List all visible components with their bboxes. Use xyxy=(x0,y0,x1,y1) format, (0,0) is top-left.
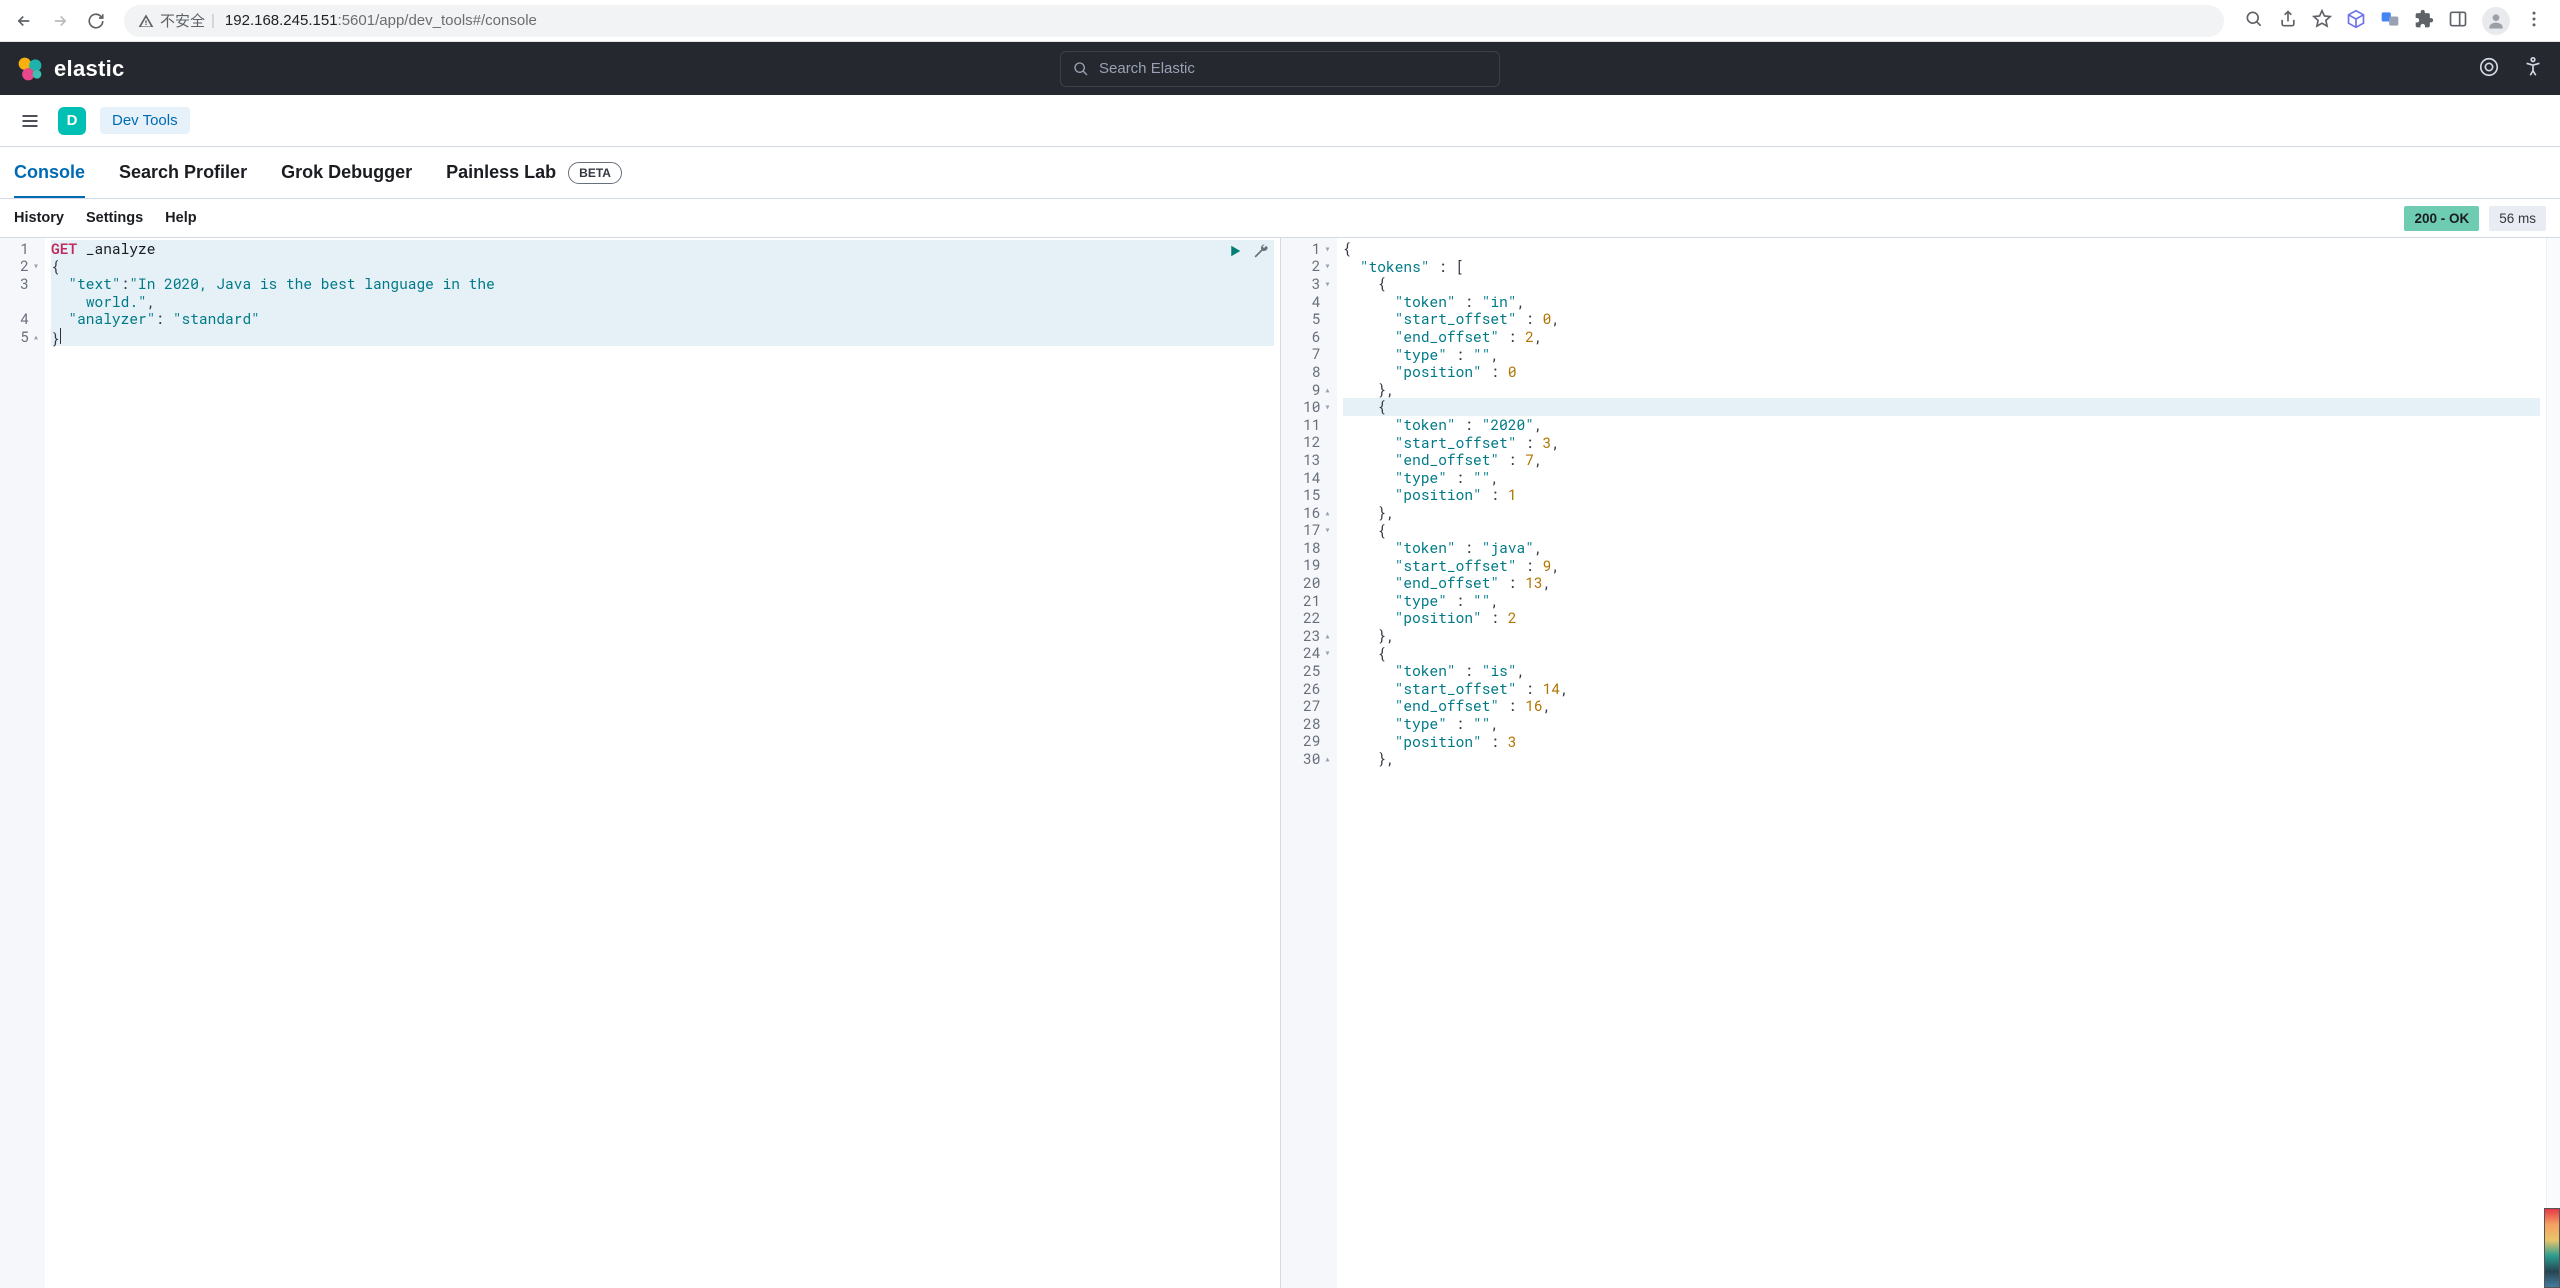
cube-icon[interactable] xyxy=(2346,9,2366,32)
request-options-button[interactable] xyxy=(1252,242,1270,263)
request-gutter: 12▾345▴ xyxy=(0,238,45,1288)
zoom-icon[interactable] xyxy=(2244,9,2264,32)
address-bar[interactable]: 不安全 | 192.168.245.151:5601/app/dev_tools… xyxy=(124,5,2224,37)
global-search-input[interactable]: Search Elastic xyxy=(1060,51,1500,87)
console-editor: 12▾345▴ GET _analyze{ "text":"In 2020, J… xyxy=(0,238,2560,1288)
perf-meter xyxy=(2544,1208,2560,1288)
nav-forward-button[interactable] xyxy=(44,5,76,37)
share-icon[interactable] xyxy=(2278,9,2298,32)
history-link[interactable]: History xyxy=(14,210,64,226)
warning-icon xyxy=(138,13,154,29)
sidepanel-icon[interactable] xyxy=(2448,9,2468,32)
profile-avatar[interactable] xyxy=(2482,7,2510,35)
newsfeed-icon[interactable] xyxy=(2478,56,2500,81)
nav-back-button[interactable] xyxy=(8,5,40,37)
global-search-placeholder: Search Elastic xyxy=(1099,60,1195,77)
response-time-badge: 56 ms xyxy=(2489,206,2546,231)
search-icon xyxy=(1073,61,1089,77)
devtools-tabs: Console Search Profiler Grok Debugger Pa… xyxy=(0,147,2560,199)
elastic-header: elastic Search Elastic xyxy=(0,42,2560,95)
response-gutter: 1▾2▾3▾456789▴10▾111213141516▴17▾18192021… xyxy=(1281,238,1337,1288)
address-warn-label: 不安全 xyxy=(160,10,205,31)
request-pane: 12▾345▴ GET _analyze{ "text":"In 2020, J… xyxy=(0,238,1281,1288)
nav-toggle-button[interactable] xyxy=(16,107,44,135)
nav-reload-button[interactable] xyxy=(80,5,112,37)
space-selector[interactable]: D xyxy=(58,107,86,135)
response-status-badge: 200 - OK xyxy=(2404,206,2479,231)
address-url: 192.168.245.151:5601/app/dev_tools#/cons… xyxy=(225,12,537,29)
elastic-logo[interactable]: elastic xyxy=(16,55,125,83)
response-pane: || 1▾2▾3▾456789▴10▾111213141516▴17▾18192… xyxy=(1281,238,2560,1288)
extensions-icon[interactable] xyxy=(2414,9,2434,32)
help-link[interactable]: Help xyxy=(165,210,196,226)
tab-search-profiler[interactable]: Search Profiler xyxy=(119,148,247,197)
send-request-button[interactable] xyxy=(1226,242,1244,263)
beta-badge: BETA xyxy=(568,162,622,184)
bookmark-star-icon[interactable] xyxy=(2312,9,2332,32)
elastic-logo-mark xyxy=(16,55,44,83)
accessibility-icon[interactable] xyxy=(2522,56,2544,81)
response-viewer[interactable]: { "tokens" : [ { "token" : "in", "start_… xyxy=(1337,238,2547,1288)
tab-console[interactable]: Console xyxy=(14,148,85,197)
translate-icon[interactable] xyxy=(2380,9,2400,32)
console-toolbar: History Settings Help 200 - OK 56 ms xyxy=(0,199,2560,238)
sub-header: D Dev Tools xyxy=(0,95,2560,147)
request-editor[interactable]: GET _analyze{ "text":"In 2020, Java is t… xyxy=(45,238,1280,1288)
breadcrumb-devtools[interactable]: Dev Tools xyxy=(100,107,190,134)
response-scrollbar[interactable] xyxy=(2546,238,2560,1288)
tab-grok-debugger[interactable]: Grok Debugger xyxy=(281,148,412,197)
browser-chrome: 不安全 | 192.168.245.151:5601/app/dev_tools… xyxy=(0,0,2560,42)
elastic-logo-text: elastic xyxy=(54,56,125,82)
kebab-menu-icon[interactable] xyxy=(2524,9,2544,32)
settings-link[interactable]: Settings xyxy=(86,210,143,226)
tab-painless-lab[interactable]: Painless Lab xyxy=(446,148,556,197)
